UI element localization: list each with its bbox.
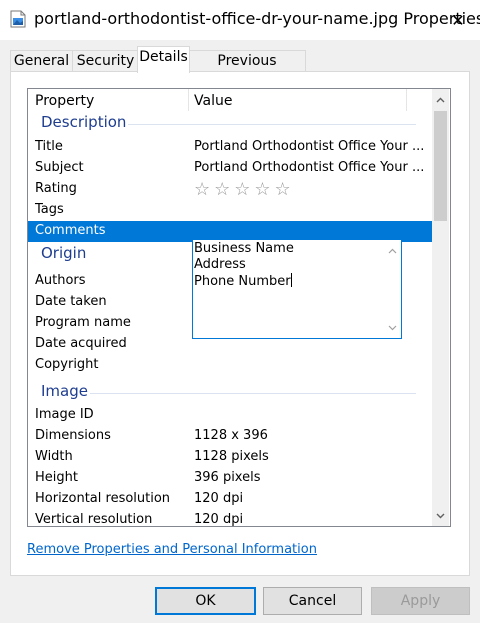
property-row-rating[interactable]: Rating ☆☆☆☆☆ — [28, 179, 432, 200]
property-value: 1128 x 396 — [194, 428, 268, 443]
property-name: Copyright — [35, 357, 99, 372]
title-bar: portland-orthodontist-office-dr-your-nam… — [0, 0, 480, 40]
window-title: portland-orthodontist-office-dr-your-nam… — [34, 9, 480, 28]
rating-stars[interactable]: ☆☆☆☆☆ — [194, 179, 295, 200]
property-name: Width — [35, 449, 73, 464]
property-list: Property Value Description Title Portlan… — [27, 88, 451, 527]
details-panel: Property Value Description Title Portlan… — [10, 71, 470, 576]
property-row-tags[interactable]: Tags — [28, 200, 432, 221]
tab-security[interactable]: Security — [72, 50, 139, 72]
tab-details[interactable]: Details — [137, 46, 190, 73]
remove-properties-link[interactable]: Remove Properties and Personal Informati… — [27, 542, 317, 557]
property-value: 396 pixels — [194, 470, 261, 485]
property-name: Horizontal resolution — [35, 491, 171, 506]
property-name: Tags — [35, 202, 64, 217]
text-caret — [290, 273, 292, 287]
column-header-property[interactable]: Property — [35, 89, 94, 111]
property-row-width[interactable]: Width 1128 pixels — [28, 447, 432, 468]
group-label: Description — [41, 113, 127, 131]
image-file-icon — [10, 10, 26, 28]
property-name: Dimensions — [35, 428, 111, 443]
property-name: Subject — [35, 160, 84, 175]
list-header: Property Value — [28, 89, 432, 111]
property-name: Authors — [35, 273, 86, 288]
property-value: 120 dpi — [194, 512, 244, 527]
property-value: 120 dpi — [194, 491, 244, 506]
ok-button[interactable]: OK — [155, 587, 256, 615]
chevron-up-icon[interactable] — [384, 242, 401, 259]
scrollbar-thumb[interactable] — [434, 111, 447, 221]
group-label: Origin — [41, 244, 87, 262]
column-header-value[interactable]: Value — [194, 89, 232, 111]
tab-general[interactable]: General — [10, 50, 73, 72]
comment-line: Address — [194, 257, 246, 272]
property-name: Rating — [35, 181, 77, 196]
group-label: Image — [41, 382, 88, 400]
property-value: Portland Orthodontist Office Your ... — [194, 160, 425, 175]
property-row-subject[interactable]: Subject Portland Orthodontist Office You… — [28, 158, 432, 179]
column-divider[interactable] — [188, 89, 189, 111]
group-description: Description — [28, 111, 432, 137]
property-row-vertical-resolution[interactable]: Vertical resolution 120 dpi — [28, 510, 432, 527]
chevron-down-icon[interactable] — [432, 507, 449, 524]
property-row-horizontal-resolution[interactable]: Horizontal resolution 120 dpi — [28, 489, 432, 510]
cancel-button[interactable]: Cancel — [263, 587, 362, 615]
comments-textarea[interactable]: Business Name Address Phone Number — [192, 239, 402, 339]
column-divider — [406, 89, 407, 111]
property-name: Date acquired — [35, 336, 127, 351]
property-name: Comments — [35, 223, 106, 238]
property-name: Image ID — [35, 407, 94, 422]
property-name: Title — [35, 139, 63, 154]
property-row-dimensions[interactable]: Dimensions 1128 x 396 — [28, 426, 432, 447]
property-name: Height — [35, 470, 78, 485]
property-row-image-id[interactable]: Image ID — [28, 405, 432, 426]
chevron-down-icon[interactable] — [384, 319, 401, 336]
comments-scrollbar[interactable] — [384, 240, 401, 338]
tab-previous-versions[interactable]: Previous Versions — [188, 50, 306, 89]
property-value: Portland Orthodontist Office Your ... — [194, 139, 425, 154]
group-divider — [90, 393, 416, 394]
list-scrollbar[interactable] — [432, 89, 449, 526]
property-name: Date taken — [35, 294, 107, 309]
group-image: Image — [28, 380, 432, 406]
property-row-height[interactable]: Height 396 pixels — [28, 468, 432, 489]
close-button[interactable]: ✕ — [440, 4, 476, 36]
property-name: Vertical resolution — [35, 512, 153, 527]
property-row-copyright[interactable]: Copyright — [28, 355, 432, 376]
close-icon: ✕ — [451, 10, 465, 30]
tab-strip: General Security Details Previous Versio… — [10, 46, 470, 89]
property-name: Program name — [35, 315, 131, 330]
chevron-up-icon[interactable] — [432, 91, 449, 108]
property-row-title[interactable]: Title Portland Orthodontist Office Your … — [28, 137, 432, 158]
group-divider — [128, 124, 416, 125]
property-value: 1128 pixels — [194, 449, 269, 464]
comment-line: Phone Number — [194, 273, 292, 289]
apply-button[interactable]: Apply — [371, 587, 470, 615]
comment-line: Business Name — [194, 241, 294, 256]
